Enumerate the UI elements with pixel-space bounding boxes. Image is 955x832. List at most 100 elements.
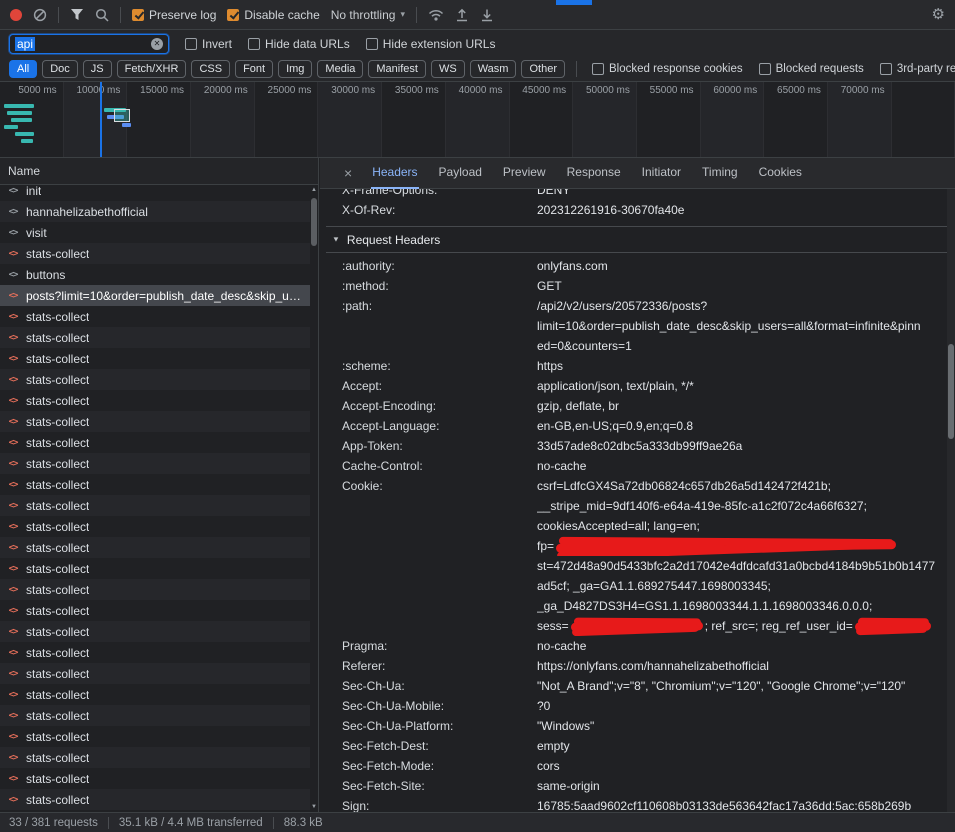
- timeline-segment[interactable]: 60000 ms: [701, 82, 765, 157]
- filter-chip-ws[interactable]: WS: [431, 60, 465, 78]
- timeline-overview[interactable]: 5000 ms10000 ms15000 ms20000 ms25000 ms3…: [0, 82, 955, 158]
- checkbox-box[interactable]: [759, 63, 771, 75]
- request-row[interactable]: <>stats-collect: [0, 579, 311, 600]
- request-row[interactable]: <>stats-collect: [0, 558, 311, 579]
- filter-input[interactable]: api ✕: [9, 34, 169, 54]
- timeline-segment[interactable]: 65000 ms: [764, 82, 828, 157]
- filter-icon[interactable]: [70, 8, 84, 21]
- throttling-select[interactable]: No throttling ▾: [331, 8, 405, 22]
- timeline-segment[interactable]: 25000 ms: [255, 82, 319, 157]
- tab-headers[interactable]: Headers: [371, 158, 418, 189]
- request-row[interactable]: <>stats-collect: [0, 432, 311, 453]
- timeline-segment[interactable]: 5000 ms: [0, 82, 64, 157]
- checkbox-box[interactable]: [248, 38, 260, 50]
- request-row[interactable]: <>stats-collect: [0, 621, 311, 642]
- request-row[interactable]: <>stats-collect: [0, 348, 311, 369]
- filter-chip-js[interactable]: JS: [83, 60, 112, 78]
- checkbox-box[interactable]: [592, 63, 604, 75]
- timeline-segment[interactable]: 45000 ms: [510, 82, 574, 157]
- filter-chip-doc[interactable]: Doc: [42, 60, 78, 78]
- filter-chip-css[interactable]: CSS: [191, 60, 230, 78]
- request-row[interactable]: <>stats-collect: [0, 705, 311, 726]
- search-icon[interactable]: [95, 8, 109, 22]
- request-row[interactable]: <>stats-collect: [0, 516, 311, 537]
- request-row[interactable]: <>stats-collect: [0, 474, 311, 495]
- tab-payload[interactable]: Payload: [438, 158, 483, 189]
- filter-chip-fetch-xhr[interactable]: Fetch/XHR: [117, 60, 187, 78]
- request-row[interactable]: <>stats-collect: [0, 684, 311, 705]
- details-scrollbar[interactable]: [947, 189, 955, 812]
- checkbox-box[interactable]: [880, 63, 892, 75]
- invert-checkbox[interactable]: Invert: [185, 37, 232, 51]
- tab-response[interactable]: Response: [566, 158, 622, 189]
- tab-initiator[interactable]: Initiator: [641, 158, 682, 189]
- request-row[interactable]: <>stats-collect: [0, 390, 311, 411]
- request-row[interactable]: <>stats-collect: [0, 327, 311, 348]
- request-row[interactable]: <>init: [0, 180, 311, 201]
- timeline-segment[interactable]: 40000 ms: [446, 82, 510, 157]
- request-row[interactable]: <>posts?limit=10&order=publish_date_desc…: [0, 285, 311, 306]
- request-row[interactable]: <>stats-collect: [0, 600, 311, 621]
- timeline-segment[interactable]: 55000 ms: [637, 82, 701, 157]
- filter-chip-wasm[interactable]: Wasm: [470, 60, 517, 78]
- request-row[interactable]: <>stats-collect: [0, 642, 311, 663]
- blocked-requests-checkbox[interactable]: Blocked requests: [759, 63, 864, 75]
- filter-chip-manifest[interactable]: Manifest: [368, 60, 426, 78]
- request-row[interactable]: <>stats-collect: [0, 726, 311, 747]
- timeline-segment[interactable]: 15000 ms: [127, 82, 191, 157]
- filter-chip-img[interactable]: Img: [278, 60, 312, 78]
- filter-chip-all[interactable]: All: [9, 60, 37, 78]
- timeline-segment[interactable]: 35000 ms: [382, 82, 446, 157]
- request-row[interactable]: <>stats-collect: [0, 369, 311, 390]
- blocked-response-cookies-checkbox[interactable]: Blocked response cookies: [592, 63, 743, 75]
- request-row[interactable]: <>stats-collect: [0, 453, 311, 474]
- request-row[interactable]: <>stats-collect: [0, 495, 311, 516]
- preserve-log-checkbox[interactable]: Preserve log: [132, 8, 216, 22]
- tab-preview[interactable]: Preview: [502, 158, 547, 189]
- request-row[interactable]: <>stats-collect: [0, 537, 311, 558]
- timeline-segment[interactable]: [892, 82, 955, 157]
- 3rd-party-requests-checkbox[interactable]: 3rd-party requests: [880, 63, 955, 75]
- request-row[interactable]: <>stats-collect: [0, 411, 311, 432]
- record-button[interactable]: [10, 9, 22, 21]
- import-har-icon[interactable]: [455, 8, 469, 22]
- filter-chip-other[interactable]: Other: [521, 60, 565, 78]
- checkbox-box[interactable]: [185, 38, 197, 50]
- close-icon[interactable]: ×: [344, 166, 352, 180]
- request-list-scrollbar[interactable]: ▲ ▼: [310, 185, 318, 812]
- request-row[interactable]: <>stats-collect: [0, 243, 311, 264]
- request-headers-section[interactable]: ▼ Request Headers: [326, 226, 947, 253]
- hide-extension-urls-checkbox[interactable]: Hide extension URLs: [366, 37, 496, 51]
- request-row[interactable]: <>stats-collect: [0, 747, 311, 768]
- timeline-segment[interactable]: 70000 ms: [828, 82, 892, 157]
- scroll-down-icon[interactable]: ▼: [310, 804, 318, 810]
- checkbox-box[interactable]: [132, 9, 144, 21]
- disclosure-triangle-icon[interactable]: ▼: [332, 235, 340, 243]
- request-row[interactable]: <>buttons: [0, 264, 311, 285]
- tab-cookies[interactable]: Cookies: [758, 158, 803, 189]
- timeline-segment[interactable]: 10000 ms: [64, 82, 128, 157]
- request-row[interactable]: <>stats-collect: [0, 768, 311, 789]
- hide-data-urls-checkbox[interactable]: Hide data URLs: [248, 37, 350, 51]
- request-row[interactable]: <>stats-collect: [0, 789, 311, 810]
- settings-gear-icon[interactable]: ⚙: [932, 7, 945, 22]
- export-har-icon[interactable]: [480, 8, 494, 22]
- timeline-segment[interactable]: 20000 ms: [191, 82, 255, 157]
- checkbox-box[interactable]: [227, 9, 239, 21]
- filter-chip-media[interactable]: Media: [317, 60, 363, 78]
- filter-chip-font[interactable]: Font: [235, 60, 273, 78]
- network-conditions-icon[interactable]: [428, 9, 444, 21]
- clear-network-log-icon[interactable]: [33, 8, 47, 22]
- request-row[interactable]: <>stats-collect: [0, 306, 311, 327]
- clear-filter-icon[interactable]: ✕: [151, 38, 163, 50]
- scrollbar-thumb[interactable]: [948, 344, 954, 439]
- timeline-segment[interactable]: 30000 ms: [318, 82, 382, 157]
- timeline-segment[interactable]: 50000 ms: [573, 82, 637, 157]
- scrollbar-thumb[interactable]: [311, 198, 317, 246]
- scroll-up-icon[interactable]: ▲: [310, 187, 318, 193]
- request-row[interactable]: <>stats-collect: [0, 663, 311, 684]
- checkbox-box[interactable]: [366, 38, 378, 50]
- request-row[interactable]: <>hannahelizabethofficial: [0, 201, 311, 222]
- request-row[interactable]: <>visit: [0, 222, 311, 243]
- tab-timing[interactable]: Timing: [701, 158, 739, 189]
